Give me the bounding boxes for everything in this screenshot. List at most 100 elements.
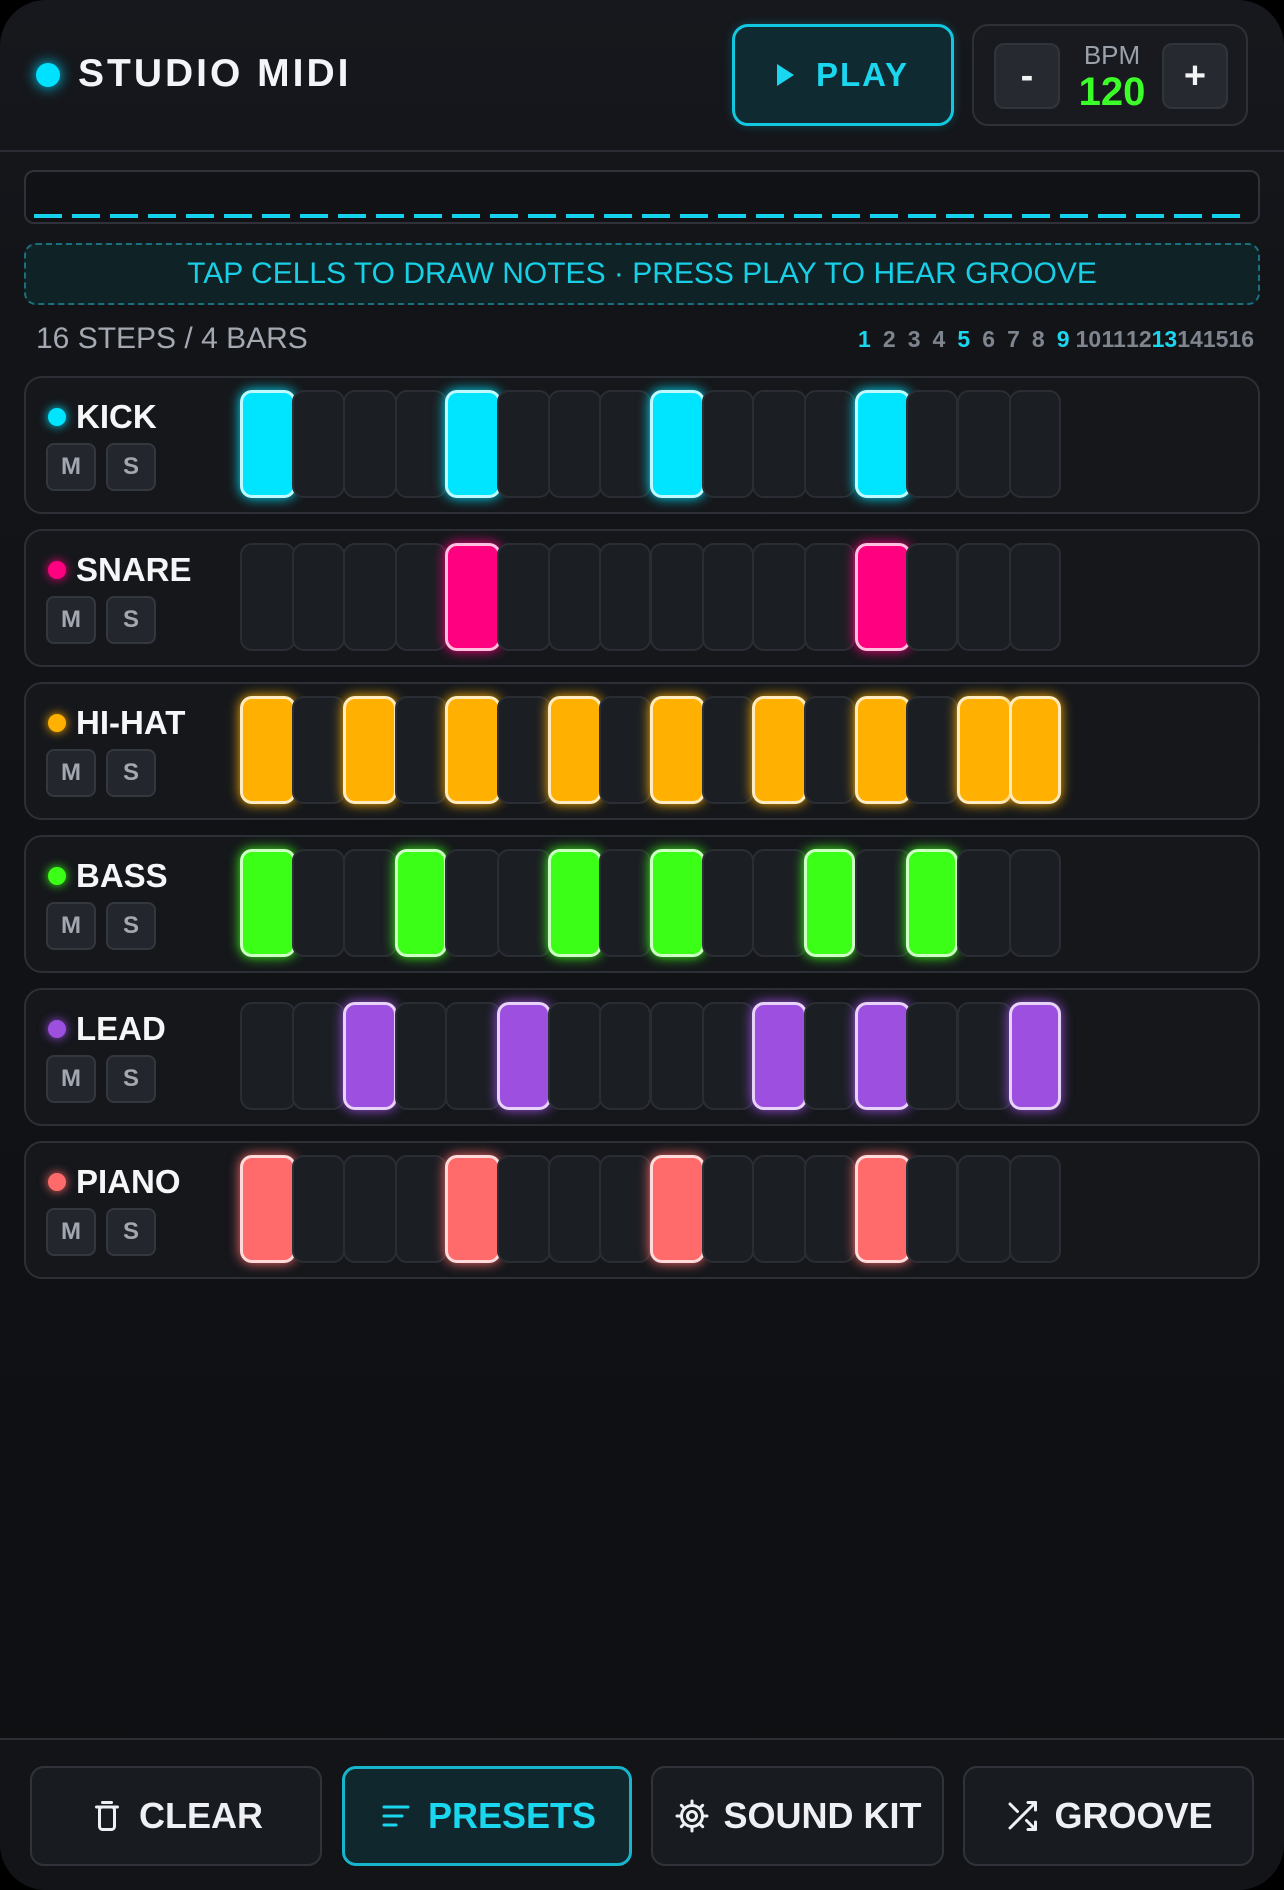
bpm-decrease-button[interactable]: -: [994, 43, 1060, 109]
step-cell[interactable]: [906, 390, 958, 498]
playhead-track[interactable]: [24, 170, 1260, 224]
step-cell[interactable]: [1009, 1155, 1061, 1263]
presets-button[interactable]: PRESETS: [342, 1766, 632, 1866]
step-cell[interactable]: [548, 1002, 602, 1110]
step-cell-active[interactable]: [240, 1155, 296, 1263]
step-cell-active[interactable]: [752, 696, 807, 804]
step-cell[interactable]: [599, 849, 651, 957]
step-cell-active[interactable]: [497, 1002, 551, 1110]
step-cell[interactable]: [650, 1002, 705, 1110]
step-cell[interactable]: [292, 1155, 345, 1263]
step-cell-active[interactable]: [548, 849, 602, 957]
step-cell[interactable]: [804, 390, 855, 498]
step-cell[interactable]: [497, 543, 551, 651]
step-cell-active[interactable]: [548, 696, 602, 804]
step-cell-active[interactable]: [445, 543, 501, 651]
step-cell[interactable]: [497, 849, 551, 957]
mute-button[interactable]: M: [46, 749, 96, 797]
step-cell[interactable]: [702, 1002, 754, 1110]
step-cell[interactable]: [906, 1155, 958, 1263]
solo-button[interactable]: S: [106, 443, 156, 491]
step-cell[interactable]: [804, 543, 855, 651]
step-cell[interactable]: [906, 543, 958, 651]
step-cell[interactable]: [1009, 390, 1061, 498]
step-cell[interactable]: [906, 1002, 958, 1110]
step-cell[interactable]: [804, 1155, 855, 1263]
step-cell[interactable]: [599, 390, 651, 498]
step-cell-active[interactable]: [855, 390, 911, 498]
step-cell[interactable]: [343, 849, 397, 957]
step-cell[interactable]: [752, 543, 807, 651]
step-cell-active[interactable]: [957, 696, 1012, 804]
step-cell[interactable]: [497, 390, 551, 498]
step-cell[interactable]: [752, 390, 807, 498]
step-cell[interactable]: [548, 1155, 602, 1263]
step-cell-active[interactable]: [650, 390, 705, 498]
mute-button[interactable]: M: [46, 596, 96, 644]
step-cell-active[interactable]: [240, 390, 296, 498]
mute-button[interactable]: M: [46, 443, 96, 491]
step-cell-active[interactable]: [855, 1002, 911, 1110]
step-cell[interactable]: [906, 696, 958, 804]
clear-button[interactable]: CLEAR: [30, 1766, 322, 1866]
play-button[interactable]: PLAY: [732, 24, 954, 126]
step-cell[interactable]: [292, 1002, 345, 1110]
step-cell-active[interactable]: [650, 1155, 705, 1263]
step-cell[interactable]: [445, 849, 501, 957]
step-cell[interactable]: [497, 1155, 551, 1263]
step-cell[interactable]: [804, 696, 855, 804]
step-cell[interactable]: [292, 543, 345, 651]
solo-button[interactable]: S: [106, 596, 156, 644]
solo-button[interactable]: S: [106, 749, 156, 797]
step-cell-active[interactable]: [855, 696, 911, 804]
step-cell-active[interactable]: [906, 849, 958, 957]
step-cell[interactable]: [599, 1155, 651, 1263]
step-cell[interactable]: [395, 1002, 447, 1110]
step-cell[interactable]: [343, 1155, 397, 1263]
step-cell-active[interactable]: [1009, 1002, 1061, 1110]
step-cell-active[interactable]: [240, 849, 296, 957]
step-cell[interactable]: [240, 1002, 296, 1110]
step-cell-active[interactable]: [343, 1002, 397, 1110]
step-cell[interactable]: [804, 1002, 855, 1110]
bpm-increase-button[interactable]: +: [1162, 43, 1228, 109]
step-cell-active[interactable]: [445, 1155, 501, 1263]
step-cell[interactable]: [599, 543, 651, 651]
step-cell-active[interactable]: [650, 849, 705, 957]
step-cell[interactable]: [292, 696, 345, 804]
step-cell[interactable]: [957, 390, 1012, 498]
sound-kit-button[interactable]: SOUND KIT: [651, 1766, 944, 1866]
step-cell[interactable]: [702, 390, 754, 498]
step-cell[interactable]: [548, 543, 602, 651]
step-cell[interactable]: [752, 849, 807, 957]
step-cell[interactable]: [445, 1002, 501, 1110]
mute-button[interactable]: M: [46, 902, 96, 950]
step-cell[interactable]: [343, 390, 397, 498]
groove-button[interactable]: GROOVE: [963, 1766, 1254, 1866]
step-cell[interactable]: [957, 1155, 1012, 1263]
step-cell-active[interactable]: [445, 696, 501, 804]
step-cell[interactable]: [702, 543, 754, 651]
step-cell[interactable]: [395, 1155, 447, 1263]
step-cell[interactable]: [650, 543, 705, 651]
step-cell[interactable]: [599, 696, 651, 804]
step-cell[interactable]: [957, 1002, 1012, 1110]
step-cell[interactable]: [957, 849, 1012, 957]
solo-button[interactable]: S: [106, 1208, 156, 1256]
step-cell-active[interactable]: [804, 849, 855, 957]
step-cell[interactable]: [599, 1002, 651, 1110]
step-cell[interactable]: [395, 390, 447, 498]
mute-button[interactable]: M: [46, 1208, 96, 1256]
step-cell[interactable]: [497, 696, 551, 804]
step-cell[interactable]: [702, 849, 754, 957]
step-cell-active[interactable]: [650, 696, 705, 804]
step-cell-active[interactable]: [855, 1155, 911, 1263]
step-cell[interactable]: [1009, 849, 1061, 957]
step-cell[interactable]: [240, 543, 296, 651]
step-cell[interactable]: [343, 543, 397, 651]
step-cell[interactable]: [292, 849, 345, 957]
step-cell[interactable]: [855, 849, 911, 957]
step-cell[interactable]: [395, 543, 447, 651]
solo-button[interactable]: S: [106, 902, 156, 950]
step-cell-active[interactable]: [240, 696, 296, 804]
